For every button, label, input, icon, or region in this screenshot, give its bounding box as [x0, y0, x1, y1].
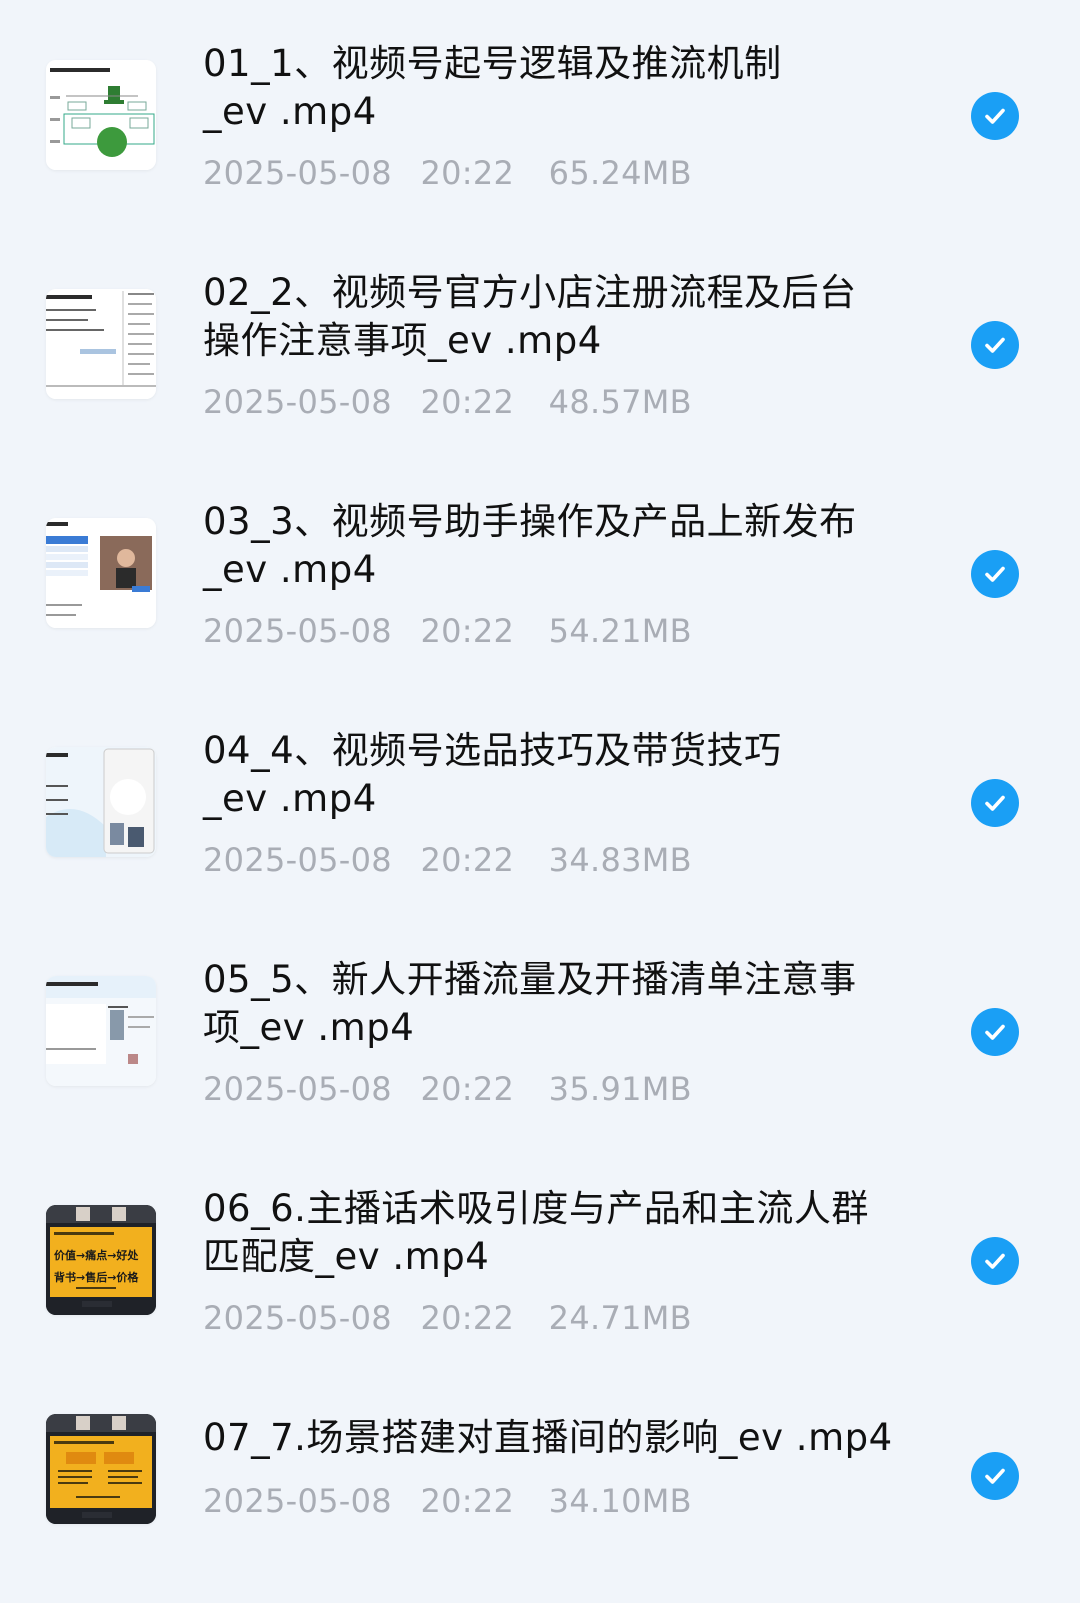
- diagram-slide-thumbnail: [46, 60, 156, 170]
- file-row[interactable]: 01_1、视频号起号逻辑及推流机制 _ev .mp4 2025-05-08 20…: [0, 0, 1080, 229]
- product-slide-thumbnail: [46, 976, 156, 1086]
- file-size: 34.83MB: [548, 841, 692, 879]
- file-meta: 2025-05-08 20:22 54.21MB: [203, 611, 692, 651]
- file-date: 2025-05-08: [203, 1482, 392, 1520]
- checkbox-checked[interactable]: [971, 550, 1019, 598]
- file-size: 34.10MB: [548, 1482, 692, 1520]
- thumbnail-text-line: 背书→售后→价格: [54, 1270, 139, 1284]
- file-time: 20:22: [420, 841, 515, 879]
- file-meta: 2025-05-08 20:22 34.10MB: [203, 1481, 692, 1521]
- check-icon: [985, 337, 1005, 353]
- file-time: 20:22: [420, 1070, 515, 1108]
- check-icon: [985, 795, 1005, 811]
- file-size: 48.57MB: [548, 383, 692, 421]
- file-date: 2025-05-08: [203, 383, 392, 421]
- file-time: 20:22: [420, 1482, 515, 1520]
- checkbox-checked[interactable]: [971, 1452, 1019, 1500]
- file-row[interactable]: 05_5、新人开播流量及开播清单注意事 项_ev .mp4 2025-05-08…: [0, 916, 1080, 1145]
- file-size: 65.24MB: [548, 154, 692, 192]
- file-time: 20:22: [420, 154, 515, 192]
- file-row[interactable]: 价值→痛点→好处 背书→售后→价格 06_6.主播话术吸引度与产品和主流人群 匹…: [0, 1145, 1080, 1374]
- file-row[interactable]: 07_7.场景搭建对直播间的影响_ev .mp4 2025-05-08 20:2…: [0, 1374, 1080, 1603]
- check-icon: [985, 566, 1005, 582]
- file-list: 01_1、视频号起号逻辑及推流机制 _ev .mp4 2025-05-08 20…: [0, 0, 1080, 1576]
- file-size: 24.71MB: [548, 1299, 692, 1337]
- file-size: 35.91MB: [548, 1070, 692, 1108]
- check-icon: [985, 1024, 1005, 1040]
- file-name: 07_7.场景搭建对直播间的影响_ev .mp4: [203, 1416, 893, 1459]
- file-meta: 2025-05-08 20:22 34.83MB: [203, 840, 692, 880]
- file-date: 2025-05-08: [203, 154, 392, 192]
- checkbox-checked[interactable]: [971, 1008, 1019, 1056]
- file-row[interactable]: 04_4、视频号选品技巧及带货技巧 _ev .mp4 2025-05-08 20…: [0, 687, 1080, 916]
- file-meta: 2025-05-08 20:22 35.91MB: [203, 1069, 692, 1109]
- file-name: 05_5、新人开播流量及开播清单注意事 项_ev .mp4: [203, 958, 857, 1049]
- file-time: 20:22: [420, 383, 515, 421]
- file-meta: 2025-05-08 20:22 24.71MB: [203, 1298, 692, 1338]
- file-name: 01_1、视频号起号逻辑及推流机制 _ev .mp4: [203, 42, 782, 133]
- checkbox-checked[interactable]: [971, 779, 1019, 827]
- file-name: 03_3、视频号助手操作及产品上新发布 _ev .mp4: [203, 500, 857, 591]
- file-name: 04_4、视频号选品技巧及带货技巧 _ev .mp4: [203, 729, 782, 820]
- check-icon: [985, 1253, 1005, 1269]
- file-date: 2025-05-08: [203, 612, 392, 650]
- check-icon: [985, 108, 1005, 124]
- file-name: 06_6.主播话术吸引度与产品和主流人群 匹配度_ev .mp4: [203, 1187, 869, 1278]
- file-name: 02_2、视频号官方小店注册流程及后台 操作注意事项_ev .mp4: [203, 271, 857, 362]
- file-time: 20:22: [420, 1299, 515, 1337]
- file-row[interactable]: 03_3、视频号助手操作及产品上新发布 _ev .mp4 2025-05-08 …: [0, 458, 1080, 687]
- file-date: 2025-05-08: [203, 1070, 392, 1108]
- screenshot-slide-thumbnail: [46, 518, 156, 628]
- dark-lecture-thumbnail: 价值→痛点→好处 背书→售后→价格: [46, 1205, 156, 1315]
- dark-lecture-thumbnail: [46, 1414, 156, 1524]
- text-slide-thumbnail: [46, 289, 156, 399]
- file-meta: 2025-05-08 20:22 65.24MB: [203, 153, 692, 193]
- checkbox-checked[interactable]: [971, 1237, 1019, 1285]
- file-size: 54.21MB: [548, 612, 692, 650]
- thumbnail-text-line: 价值→痛点→好处: [54, 1248, 139, 1262]
- file-date: 2025-05-08: [203, 841, 392, 879]
- file-time: 20:22: [420, 612, 515, 650]
- checkbox-checked[interactable]: [971, 321, 1019, 369]
- file-date: 2025-05-08: [203, 1299, 392, 1337]
- file-row[interactable]: 02_2、视频号官方小店注册流程及后台 操作注意事项_ev .mp4 2025-…: [0, 229, 1080, 458]
- check-icon: [985, 1468, 1005, 1484]
- file-meta: 2025-05-08 20:22 48.57MB: [203, 382, 692, 422]
- phone-slide-thumbnail: [46, 747, 156, 857]
- checkbox-checked[interactable]: [971, 92, 1019, 140]
